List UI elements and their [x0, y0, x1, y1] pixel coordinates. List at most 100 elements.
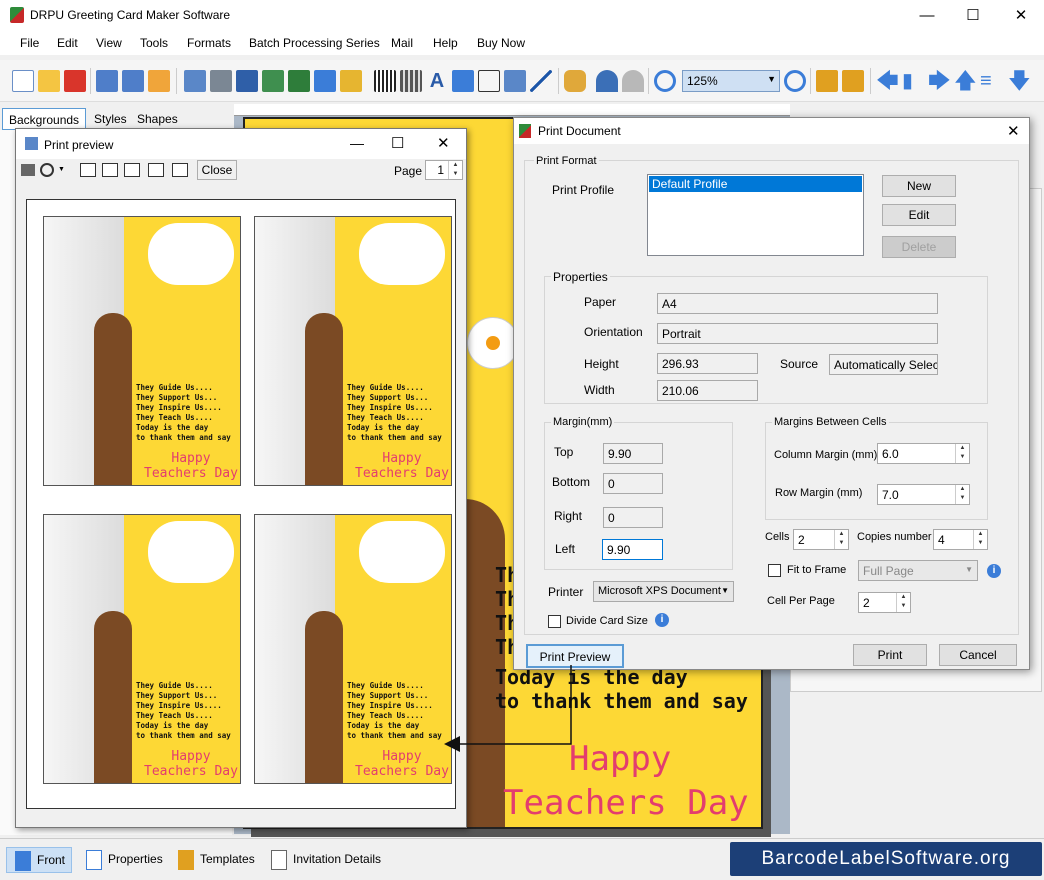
tab-front[interactable]: Front — [6, 847, 73, 873]
row-margin-spin-icon[interactable]: ▲ ▼ — [955, 485, 969, 504]
signature-icon[interactable] — [478, 70, 500, 92]
preview-maximize-button[interactable]: ☐ — [391, 134, 404, 152]
copies-spin-icon[interactable]: ▲ ▼ — [973, 530, 987, 549]
top-field[interactable]: 9.90 — [603, 443, 663, 464]
edit-button[interactable]: Edit — [882, 204, 956, 226]
pen-icon[interactable] — [314, 70, 336, 92]
close-doc-icon[interactable] — [64, 70, 86, 92]
menu-tools[interactable]: Tools — [140, 36, 168, 50]
new-icon[interactable] — [12, 70, 34, 92]
printer-select[interactable]: Microsoft XPS Document ▼ — [593, 581, 734, 602]
menu-help[interactable]: Help — [433, 36, 458, 50]
page-stepper[interactable]: 1 ▲ ▼ — [425, 160, 463, 180]
preview-close-text-button[interactable]: Close — [197, 160, 237, 180]
tab-backgrounds[interactable]: Backgrounds — [2, 108, 87, 130]
page-spin-icon[interactable]: ▲ ▼ — [448, 161, 462, 179]
minimize-button[interactable]: — — [904, 0, 950, 31]
unlock-icon[interactable] — [842, 70, 864, 92]
undo-icon[interactable] — [596, 70, 618, 92]
arrow-right-icon[interactable]: 🡆 — [928, 70, 951, 92]
database-icon[interactable] — [564, 70, 586, 92]
menu-buy-now[interactable]: Buy Now — [477, 36, 525, 50]
menu-formats[interactable]: Formats — [187, 36, 231, 50]
one-page-icon[interactable] — [80, 163, 96, 177]
column-margin-spin-icon[interactable]: ▲ ▼ — [955, 444, 969, 463]
save-icon[interactable] — [96, 70, 118, 92]
three-pages-icon[interactable] — [124, 163, 140, 177]
menu-batch-processing[interactable]: Batch Processing Series — [249, 36, 380, 50]
save-as-icon[interactable] — [122, 70, 144, 92]
cancel-button[interactable]: Cancel — [939, 644, 1017, 666]
four-pages-icon[interactable] — [148, 163, 164, 177]
bottom-field[interactable]: 0 — [603, 473, 663, 494]
menu-mail[interactable]: Mail — [391, 36, 413, 50]
image-icon[interactable] — [262, 70, 284, 92]
zoom-select[interactable]: 125% ▼ — [682, 70, 780, 92]
tab-properties[interactable]: Properties — [78, 847, 169, 873]
align-icon[interactable]: ≡ — [980, 70, 1002, 92]
menu-view[interactable]: View — [96, 36, 122, 50]
tab-invitation-details[interactable]: Invitation Details — [263, 847, 387, 873]
preview-close-button[interactable]: ✕ — [437, 134, 450, 152]
tab-shapes[interactable]: Shapes — [131, 108, 184, 130]
redo-icon[interactable] — [622, 70, 644, 92]
text-icon[interactable]: A — [426, 70, 448, 92]
divide-info-icon[interactable]: i — [655, 613, 669, 627]
close-button[interactable]: ✕ — [998, 0, 1044, 31]
dialog-close-button[interactable]: ✕ — [1007, 122, 1020, 140]
preview-print-icon[interactable] — [21, 164, 35, 176]
paper-field[interactable]: A4 — [657, 293, 938, 314]
barcode-icon[interactable] — [374, 70, 396, 92]
lock-icon[interactable] — [816, 70, 838, 92]
width-field[interactable]: 210.06 — [657, 380, 758, 401]
two-pages-icon[interactable] — [102, 163, 118, 177]
open-icon[interactable] — [38, 70, 60, 92]
preview-zoom-icon[interactable] — [40, 163, 54, 177]
print-button[interactable]: Print — [853, 644, 927, 666]
source-field[interactable]: Automatically Select — [829, 354, 938, 375]
arrow-up-icon[interactable]: 🡅 — [954, 70, 977, 92]
fit-to-frame-checkbox[interactable] — [768, 564, 781, 577]
copies-stepper[interactable]: 4 ▲ ▼ — [933, 529, 988, 550]
column-margin-stepper[interactable]: 6.0 ▲ ▼ — [877, 443, 970, 464]
height-field[interactable]: 296.93 — [657, 353, 758, 374]
divide-card-size-checkbox[interactable] — [548, 615, 561, 628]
preview-zoom-dropdown-icon[interactable]: ▼ — [58, 166, 65, 173]
arrow-down-icon[interactable]: 🡇 — [1008, 70, 1031, 92]
zoom-in-icon[interactable] — [654, 70, 676, 92]
mail-icon[interactable] — [504, 70, 526, 92]
menu-edit[interactable]: Edit — [57, 36, 78, 50]
cells-spin-icon[interactable]: ▲ ▼ — [834, 530, 848, 549]
shapes-icon[interactable] — [340, 70, 362, 92]
page-setup-icon[interactable] — [184, 70, 206, 92]
fit-info-icon[interactable]: i — [987, 564, 1001, 578]
preview-minimize-button[interactable]: — — [350, 135, 364, 151]
library-icon[interactable] — [400, 70, 422, 92]
orientation-field[interactable]: Portrait — [657, 323, 938, 344]
cells-stepper[interactable]: 2 ▲ ▼ — [793, 529, 849, 550]
print-profile-list[interactable]: Default Profile — [647, 174, 864, 256]
picture-icon[interactable] — [288, 70, 310, 92]
delete-button[interactable]: Delete — [882, 236, 956, 258]
text-style-icon[interactable] — [452, 70, 474, 92]
profile-item-default[interactable]: Default Profile — [649, 176, 862, 192]
print-icon[interactable] — [210, 70, 232, 92]
flip-icon[interactable]: ▮ — [902, 70, 924, 92]
zoom-out-icon[interactable] — [784, 70, 806, 92]
cell-per-page-stepper[interactable]: 2 ▲ ▼ — [858, 592, 911, 613]
tab-styles[interactable]: Styles — [88, 108, 133, 130]
menu-file[interactable]: File — [20, 36, 39, 50]
row-margin-stepper[interactable]: 7.0 ▲ ▼ — [877, 484, 970, 505]
cell-per-page-spin-icon[interactable]: ▲ ▼ — [896, 593, 910, 612]
line-icon[interactable] — [530, 70, 552, 92]
new-button[interactable]: New — [882, 175, 956, 197]
tab-templates[interactable]: Templates — [170, 847, 261, 873]
fit-mode-select[interactable]: Full Page ▼ — [858, 560, 978, 581]
maximize-button[interactable]: ☐ — [950, 0, 996, 31]
export-icon[interactable] — [148, 70, 170, 92]
print-preview-icon[interactable] — [236, 70, 258, 92]
six-pages-icon[interactable] — [172, 163, 188, 177]
arrow-left-icon[interactable]: 🡄 — [876, 70, 899, 92]
left-field[interactable]: 9.90 — [602, 539, 663, 560]
right-field[interactable]: 0 — [603, 507, 663, 528]
